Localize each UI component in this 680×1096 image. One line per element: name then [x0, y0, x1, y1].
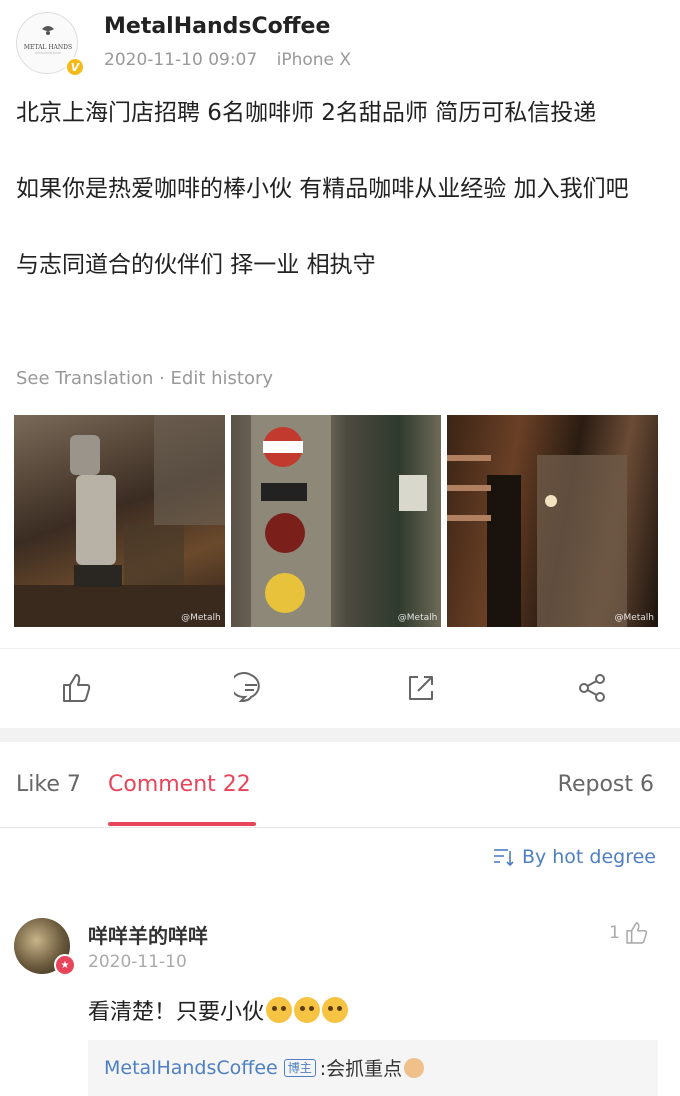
sort-label: By hot degree — [521, 846, 656, 868]
post-paragraph: 与志同道合的伙伴们 择一业 相执守 — [16, 252, 376, 278]
avatar[interactable]: METAL HANDS V — [16, 12, 85, 77]
doge-emoji-icon — [322, 997, 349, 1023]
post-action-bar — [0, 648, 680, 728]
signs-illustration-icon — [250, 415, 427, 627]
reply-author[interactable]: MetalHandsCoffee — [104, 1057, 278, 1079]
photo-grid: @Metalh @Metalh @Metalh — [14, 415, 659, 627]
op-tag: 博主 — [283, 1058, 316, 1077]
translation-row: See Translation · Edit history — [16, 368, 273, 389]
commenter-name[interactable]: 咩咩羊的咩咩 — [88, 920, 208, 949]
photo-watermark: @Metalh — [397, 613, 438, 623]
tab-comment[interactable]: Comment 22 — [108, 772, 251, 797]
tab-repost[interactable]: Repost 6 — [558, 772, 654, 797]
signs-wall-photo[interactable]: @Metalh — [230, 415, 442, 627]
post-timestamp: 2020-11-10 09:07 — [104, 50, 258, 70]
comment-text: 看清楚！只要小伙 — [88, 994, 349, 1026]
post-header: METAL HANDS V MetalHandsCoffee 2020-11-1… — [14, 8, 666, 78]
post-body: 北京上海门店招聘 6名咖啡师 2名甜品师 简历可私信投递 如果你是热爱咖啡的棒小… — [16, 94, 656, 284]
post-author-name[interactable]: MetalHandsCoffee — [104, 14, 330, 39]
section-divider — [0, 728, 680, 742]
post-paragraph: 如果你是热爱咖啡的棒小伙 有精品咖啡从业经验 加入我们吧 — [16, 176, 629, 202]
comment-date: 2020-11-10 — [88, 952, 187, 972]
reply-line: MetalHandsCoffee 博主 :会抓重点 — [104, 1054, 425, 1081]
reply-text: :会抓重点 — [319, 1058, 403, 1080]
share-icon[interactable] — [576, 671, 610, 705]
doge-emoji-icon — [266, 997, 293, 1023]
post-device: iPhone X — [276, 50, 352, 70]
comment-icon[interactable] — [229, 671, 268, 705]
tab-like[interactable]: Like 7 — [16, 772, 81, 797]
coffee-grinder-photo[interactable]: @Metalh — [14, 415, 225, 627]
sort-toggle[interactable]: By hot degree — [492, 846, 656, 868]
reply-preview[interactable]: MetalHandsCoffee 博主 :会抓重点 — [88, 1040, 658, 1096]
repost-icon[interactable] — [404, 671, 438, 705]
comment-like-count: 1 — [609, 923, 620, 943]
cat-emoji-icon — [404, 1057, 425, 1078]
separator-dot: · — [153, 368, 171, 389]
post-meta: 2020-11-10 09:07 iPhone X — [104, 50, 351, 70]
edit-history-link[interactable]: Edit history — [171, 368, 274, 389]
comment-like-button[interactable]: 1 — [609, 920, 650, 946]
engagement-tabs: Like 7 Comment 22 Repost 6 — [0, 742, 680, 828]
svg-text:METAL HANDS: METAL HANDS — [24, 44, 72, 51]
doge-emoji-icon — [294, 997, 321, 1023]
photo-watermark: @Metalh — [181, 613, 221, 623]
cafe-interior-photo[interactable]: @Metalh — [447, 415, 659, 627]
comment-text-content: 看清楚！只要小伙 — [88, 1000, 265, 1025]
comment-item: ★ 咩咩羊的咩咩 2020-11-10 1 看清楚！只要小伙 MetalHand… — [0, 910, 680, 1096]
grinder-illustration-icon — [14, 415, 225, 627]
verified-badge-icon: V — [65, 57, 85, 77]
post-paragraph: 北京上海门店招聘 6名咖啡师 2名甜品师 简历可私信投递 — [16, 100, 597, 126]
photo-watermark: @Metalh — [614, 613, 655, 623]
see-translation-link[interactable]: See Translation — [16, 368, 153, 389]
sort-icon — [493, 849, 514, 867]
thumbs-up-icon — [626, 922, 648, 944]
active-tab-indicator — [108, 822, 256, 826]
member-badge-icon: ★ — [54, 954, 76, 976]
interior-illustration-icon — [447, 455, 628, 627]
like-icon[interactable] — [60, 671, 94, 705]
